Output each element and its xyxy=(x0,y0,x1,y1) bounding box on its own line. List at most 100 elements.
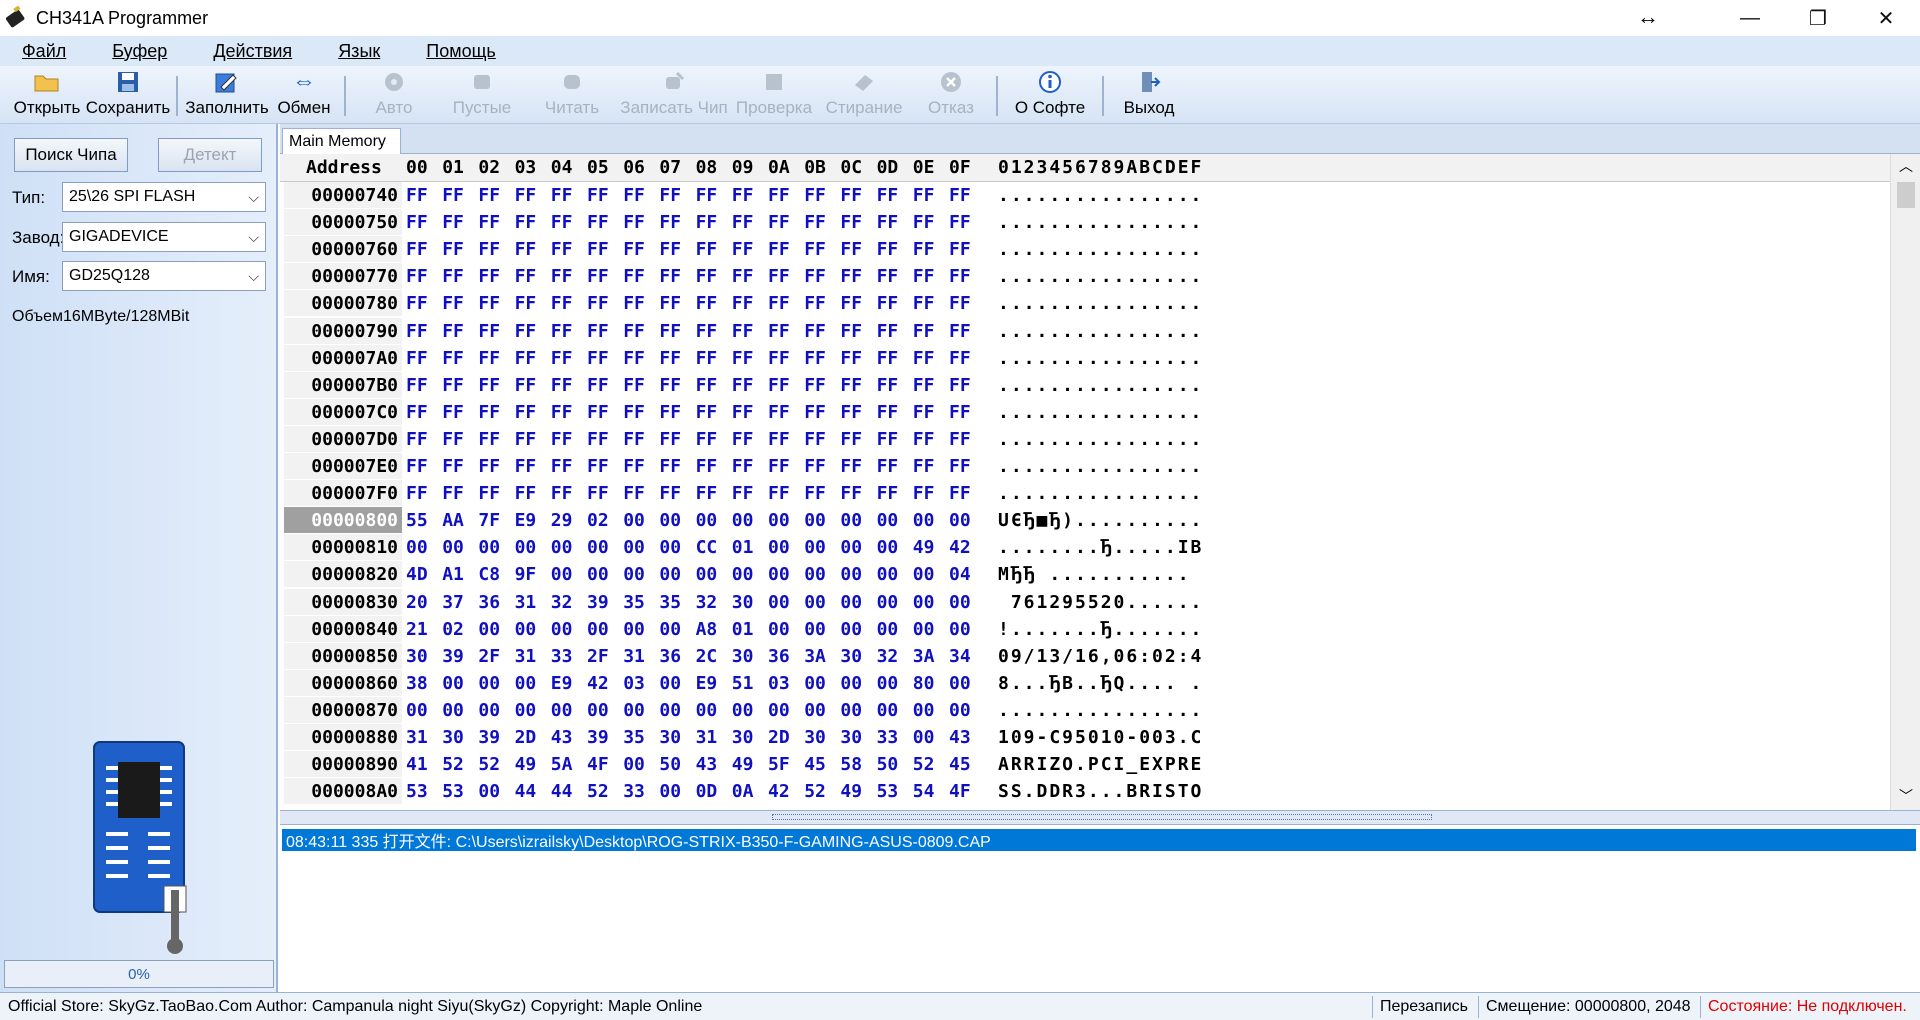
hex-byte[interactable]: FF xyxy=(659,185,681,206)
ascii-text[interactable]: ................ xyxy=(998,483,1203,504)
hex-byte[interactable]: FF xyxy=(732,456,754,477)
hex-byte[interactable]: 42 xyxy=(949,537,971,558)
splitter-grip[interactable] xyxy=(772,814,1432,820)
ascii-text[interactable]: ARRIZO.PCI_EXPRE xyxy=(998,754,1203,775)
hex-byte[interactable]: 00 xyxy=(515,700,537,721)
hex-byte[interactable]: FF xyxy=(551,402,573,423)
hex-byte[interactable]: 41 xyxy=(406,754,428,775)
blank-check-button[interactable]: Пустые xyxy=(436,66,528,122)
hex-byte[interactable]: 00 xyxy=(768,592,790,613)
hex-byte[interactable]: FF xyxy=(877,212,899,233)
hex-byte[interactable]: 3A xyxy=(804,646,826,667)
hex-byte[interactable]: FF xyxy=(768,321,790,342)
hex-byte[interactable]: FF xyxy=(913,266,935,287)
hex-byte[interactable]: 35 xyxy=(623,727,645,748)
hex-byte[interactable]: 00 xyxy=(696,510,718,531)
hex-byte[interactable]: FF xyxy=(768,375,790,396)
hex-byte[interactable]: 44 xyxy=(515,781,537,802)
hex-byte[interactable]: FF xyxy=(768,402,790,423)
hex-byte[interactable]: 34 xyxy=(949,646,971,667)
hex-row[interactable]: 000007A0 FF FF FF FF FF FF FF FF FF FF FF FF FF FF FF FF… xyxy=(280,344,1890,372)
hex-byte[interactable]: FF xyxy=(804,239,826,260)
hex-byte[interactable]: 00 xyxy=(913,700,935,721)
hex-byte[interactable]: FF xyxy=(442,483,464,504)
log-entry[interactable]: 08:43:11 335 打开文件: C:\Users\izrailsky\De… xyxy=(282,829,1916,851)
ascii-text[interactable]: ................ xyxy=(998,402,1203,423)
hex-byte[interactable]: FF xyxy=(515,212,537,233)
hex-byte[interactable]: FF xyxy=(442,456,464,477)
hex-byte[interactable]: FF xyxy=(515,429,537,450)
hex-byte[interactable]: FF xyxy=(659,293,681,314)
hex-byte[interactable]: 2D xyxy=(515,727,537,748)
hex-byte[interactable]: FF xyxy=(696,483,718,504)
ascii-text[interactable]: 8...ЂB..ЂQ.... . xyxy=(998,673,1203,694)
hex-byte[interactable]: 00 xyxy=(623,754,645,775)
hex-byte[interactable]: 00 xyxy=(659,700,681,721)
hex-byte[interactable]: 00 xyxy=(659,673,681,694)
hex-byte[interactable]: 31 xyxy=(515,592,537,613)
hex-byte[interactable]: 36 xyxy=(478,592,500,613)
hex-byte[interactable]: 00 xyxy=(840,592,862,613)
hex-byte[interactable]: FF xyxy=(877,348,899,369)
hex-byte[interactable]: FF xyxy=(478,402,500,423)
hex-byte[interactable]: FF xyxy=(840,456,862,477)
hex-byte[interactable]: FF xyxy=(478,239,500,260)
hex-byte[interactable]: FF xyxy=(949,429,971,450)
hex-byte[interactable]: FF xyxy=(877,293,899,314)
hex-byte[interactable]: A8 xyxy=(696,619,718,640)
hex-byte[interactable]: FF xyxy=(732,375,754,396)
hex-byte[interactable]: 00 xyxy=(768,564,790,585)
hex-byte[interactable]: FF xyxy=(659,375,681,396)
hex-byte[interactable]: 30 xyxy=(732,646,754,667)
hex-byte[interactable]: 35 xyxy=(623,592,645,613)
hex-byte[interactable]: 38 xyxy=(406,673,428,694)
hex-byte[interactable]: 00 xyxy=(442,673,464,694)
hex-byte[interactable]: FF xyxy=(515,348,537,369)
ascii-text[interactable]: 109-C95010-003.C xyxy=(998,727,1203,748)
hex-byte[interactable]: C8 xyxy=(478,564,500,585)
hex-byte[interactable]: 00 xyxy=(587,700,609,721)
hex-byte[interactable]: 00 xyxy=(840,537,862,558)
panel-splitter[interactable] xyxy=(280,810,1920,824)
hex-byte[interactable]: 00 xyxy=(442,537,464,558)
hex-row[interactable]: 00000830 20 37 36 31 32 39 35 35 32 30 00 00 00 00 00 00… xyxy=(280,588,1890,616)
hex-byte[interactable]: FF xyxy=(442,185,464,206)
hex-byte[interactable]: 00 xyxy=(949,700,971,721)
hex-byte[interactable]: 45 xyxy=(804,754,826,775)
hex-byte[interactable]: FF xyxy=(913,348,935,369)
restore-button[interactable]: ❐ xyxy=(1784,0,1852,36)
ascii-text[interactable]: ................ xyxy=(998,375,1203,396)
hex-byte[interactable]: 45 xyxy=(949,754,971,775)
hex-byte[interactable]: FF xyxy=(659,321,681,342)
hex-row[interactable]: 000007C0 FF FF FF FF FF FF FF FF FF FF FF FF FF FF FF FF… xyxy=(280,398,1890,426)
hex-byte[interactable]: 00 xyxy=(587,537,609,558)
hex-byte[interactable]: 52 xyxy=(478,754,500,775)
hex-byte[interactable]: 00 xyxy=(913,592,935,613)
scroll-thumb[interactable] xyxy=(1897,182,1915,208)
hex-byte[interactable]: FF xyxy=(551,429,573,450)
hex-byte[interactable]: 00 xyxy=(877,510,899,531)
hex-byte[interactable]: 00 xyxy=(478,781,500,802)
hex-byte[interactable]: 54 xyxy=(913,781,935,802)
hex-byte[interactable]: 29 xyxy=(551,510,573,531)
hex-byte[interactable]: FF xyxy=(551,239,573,260)
hex-byte[interactable]: FF xyxy=(406,375,428,396)
hex-byte[interactable]: 32 xyxy=(877,646,899,667)
hex-byte[interactable]: FF xyxy=(551,375,573,396)
hex-byte[interactable]: 00 xyxy=(659,781,681,802)
hex-byte[interactable]: 03 xyxy=(623,673,645,694)
ascii-text[interactable]: 761295520...... xyxy=(998,592,1203,613)
hex-row[interactable]: 00000860 38 00 00 00 E9 42 03 00 E9 51 03 00 00 00 80 00… xyxy=(280,669,1890,697)
ascii-text[interactable]: MЂЂ ........... xyxy=(998,564,1191,585)
hex-byte[interactable]: 00 xyxy=(804,700,826,721)
hex-byte[interactable]: 00 xyxy=(804,510,826,531)
hex-byte[interactable]: FF xyxy=(732,239,754,260)
hex-byte[interactable]: FF xyxy=(406,483,428,504)
hex-byte[interactable]: 80 xyxy=(913,673,935,694)
hex-byte[interactable]: 53 xyxy=(442,781,464,802)
hex-byte[interactable]: 39 xyxy=(587,592,609,613)
hex-byte[interactable]: FF xyxy=(623,456,645,477)
hex-byte[interactable]: 00 xyxy=(949,619,971,640)
hex-byte[interactable]: FF xyxy=(949,375,971,396)
hex-byte[interactable]: 58 xyxy=(840,754,862,775)
